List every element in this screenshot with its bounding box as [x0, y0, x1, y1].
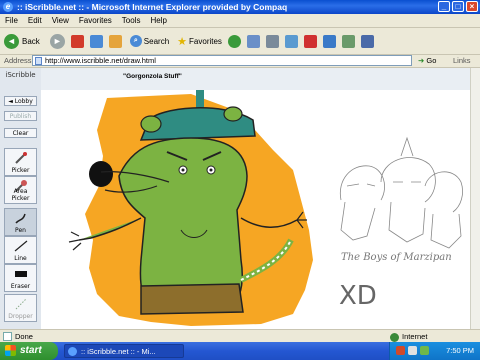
status-bar: Done Internet: [0, 329, 480, 343]
forward-button[interactable]: ►: [49, 33, 65, 49]
tool-picker[interactable]: Picker: [4, 148, 37, 176]
taskbar-item-ie[interactable]: :: iScribble.net :: - Mi...: [64, 344, 184, 358]
xd-text: XD: [339, 281, 377, 311]
search-icon: ⌕: [129, 35, 142, 47]
pen-icon: [15, 213, 26, 224]
back-arrow-icon: ◄: [4, 33, 19, 49]
menu-tools[interactable]: Tools: [117, 16, 146, 25]
ie-icon: e: [3, 2, 13, 12]
address-url: http://www.iscribble.net/draw.html: [45, 56, 156, 65]
windows-flag-icon: [5, 345, 16, 356]
maximize-button[interactable]: □: [452, 1, 464, 12]
forward-arrow-icon: ►: [49, 33, 65, 49]
lobby-button[interactable]: ◄ Lobby: [4, 96, 37, 106]
go-button[interactable]: ➜ Go: [418, 56, 436, 65]
status-text: Done: [15, 332, 33, 341]
tool-dropper-label: Dropper: [8, 313, 33, 320]
window-title: :: iScribble.net :: - Microsoft Internet…: [17, 2, 288, 12]
tool-line[interactable]: Line: [4, 236, 37, 264]
go-arrow-icon: ➜: [418, 56, 425, 65]
eraser-icon: [15, 271, 27, 277]
tool-area-picker[interactable]: Area Picker: [4, 176, 37, 204]
security-zone: Internet: [390, 332, 427, 342]
menu-file[interactable]: File: [0, 16, 23, 25]
stop-icon[interactable]: [70, 34, 84, 48]
tray-icon-3[interactable]: [420, 346, 429, 355]
clear-button[interactable]: Clear: [4, 128, 37, 138]
system-tray: 7:50 PM: [389, 342, 480, 360]
star-icon: ★: [177, 35, 188, 48]
tray-icon-2[interactable]: [408, 346, 417, 355]
drawing-canvas[interactable]: The Boys of Marzipan XD: [41, 90, 471, 329]
tool-pen[interactable]: Pen: [4, 208, 37, 236]
research-icon[interactable]: [322, 34, 336, 48]
iscribble-toolbar: iScribble ◄ Lobby Publish Clear Picker A…: [0, 68, 42, 329]
menu-view[interactable]: View: [47, 16, 74, 25]
tools-icon[interactable]: [360, 34, 374, 48]
address-bar: Address http://www.iscribble.net/draw.ht…: [0, 55, 480, 68]
taskbar: start :: iScribble.net :: - Mi... 7:50 P…: [0, 342, 480, 360]
close-button[interactable]: ×: [466, 1, 478, 12]
home-icon[interactable]: [108, 34, 122, 48]
drawing-header: "Gorgonzola Stuff": [41, 68, 480, 90]
dropper-icon: [15, 298, 27, 310]
drawing-title: "Gorgonzola Stuff": [123, 73, 182, 80]
favorites-button[interactable]: ★ Favorites: [177, 35, 222, 48]
page-done-icon: [3, 332, 12, 341]
menu-favorites[interactable]: Favorites: [74, 16, 117, 25]
tool-area-picker-label: Area Picker: [11, 188, 30, 202]
mail-icon[interactable]: [246, 34, 260, 48]
window-titlebar[interactable]: e :: iScribble.net :: - Microsoft Intern…: [0, 0, 480, 14]
messenger-icon[interactable]: [303, 34, 317, 48]
tool-eraser[interactable]: Eraser: [4, 264, 37, 292]
tool-line-label: Line: [14, 255, 27, 262]
line-icon: [14, 240, 28, 252]
start-button[interactable]: start: [0, 342, 58, 360]
menu-help[interactable]: Help: [145, 16, 171, 25]
refresh-icon[interactable]: [89, 34, 103, 48]
links-button[interactable]: Links: [453, 56, 471, 65]
page-content: iScribble ◄ Lobby Publish Clear Picker A…: [0, 68, 480, 329]
app-name: iScribble: [5, 71, 36, 79]
internet-zone-icon: [390, 332, 399, 342]
tray-icon-1[interactable]: [396, 346, 405, 355]
ie-task-icon: [68, 347, 77, 356]
edit-icon[interactable]: [284, 34, 298, 48]
publish-button[interactable]: Publish: [4, 111, 37, 121]
picker-icon: [15, 152, 27, 164]
history-icon[interactable]: [227, 34, 241, 48]
drawing-artwork: The Boys of Marzipan XD: [41, 90, 471, 329]
discuss-icon[interactable]: [341, 34, 355, 48]
tool-picker-label: Picker: [11, 167, 30, 174]
browser-toolbar: ◄ Back ► ⌕ Search ★ Favorites: [0, 28, 480, 55]
page-icon: [35, 57, 42, 65]
minimize-button[interactable]: _: [438, 1, 450, 12]
sketch-caption: The Boys of Marzipan: [341, 252, 452, 263]
menu-bar: File Edit View Favorites Tools Help: [0, 14, 480, 28]
address-label: Address: [4, 56, 32, 65]
print-icon[interactable]: [265, 34, 279, 48]
search-button[interactable]: ⌕ Search: [129, 35, 169, 47]
back-button[interactable]: ◄ Back: [4, 33, 40, 49]
address-input[interactable]: http://www.iscribble.net/draw.html: [32, 55, 412, 66]
tool-dropper[interactable]: Dropper: [4, 294, 37, 322]
menu-edit[interactable]: Edit: [23, 16, 47, 25]
tool-pen-label: Pen: [15, 227, 26, 234]
tool-eraser-label: Eraser: [10, 283, 31, 290]
vertical-scrollbar[interactable]: [470, 68, 480, 329]
clock: 7:50 PM: [446, 346, 474, 355]
